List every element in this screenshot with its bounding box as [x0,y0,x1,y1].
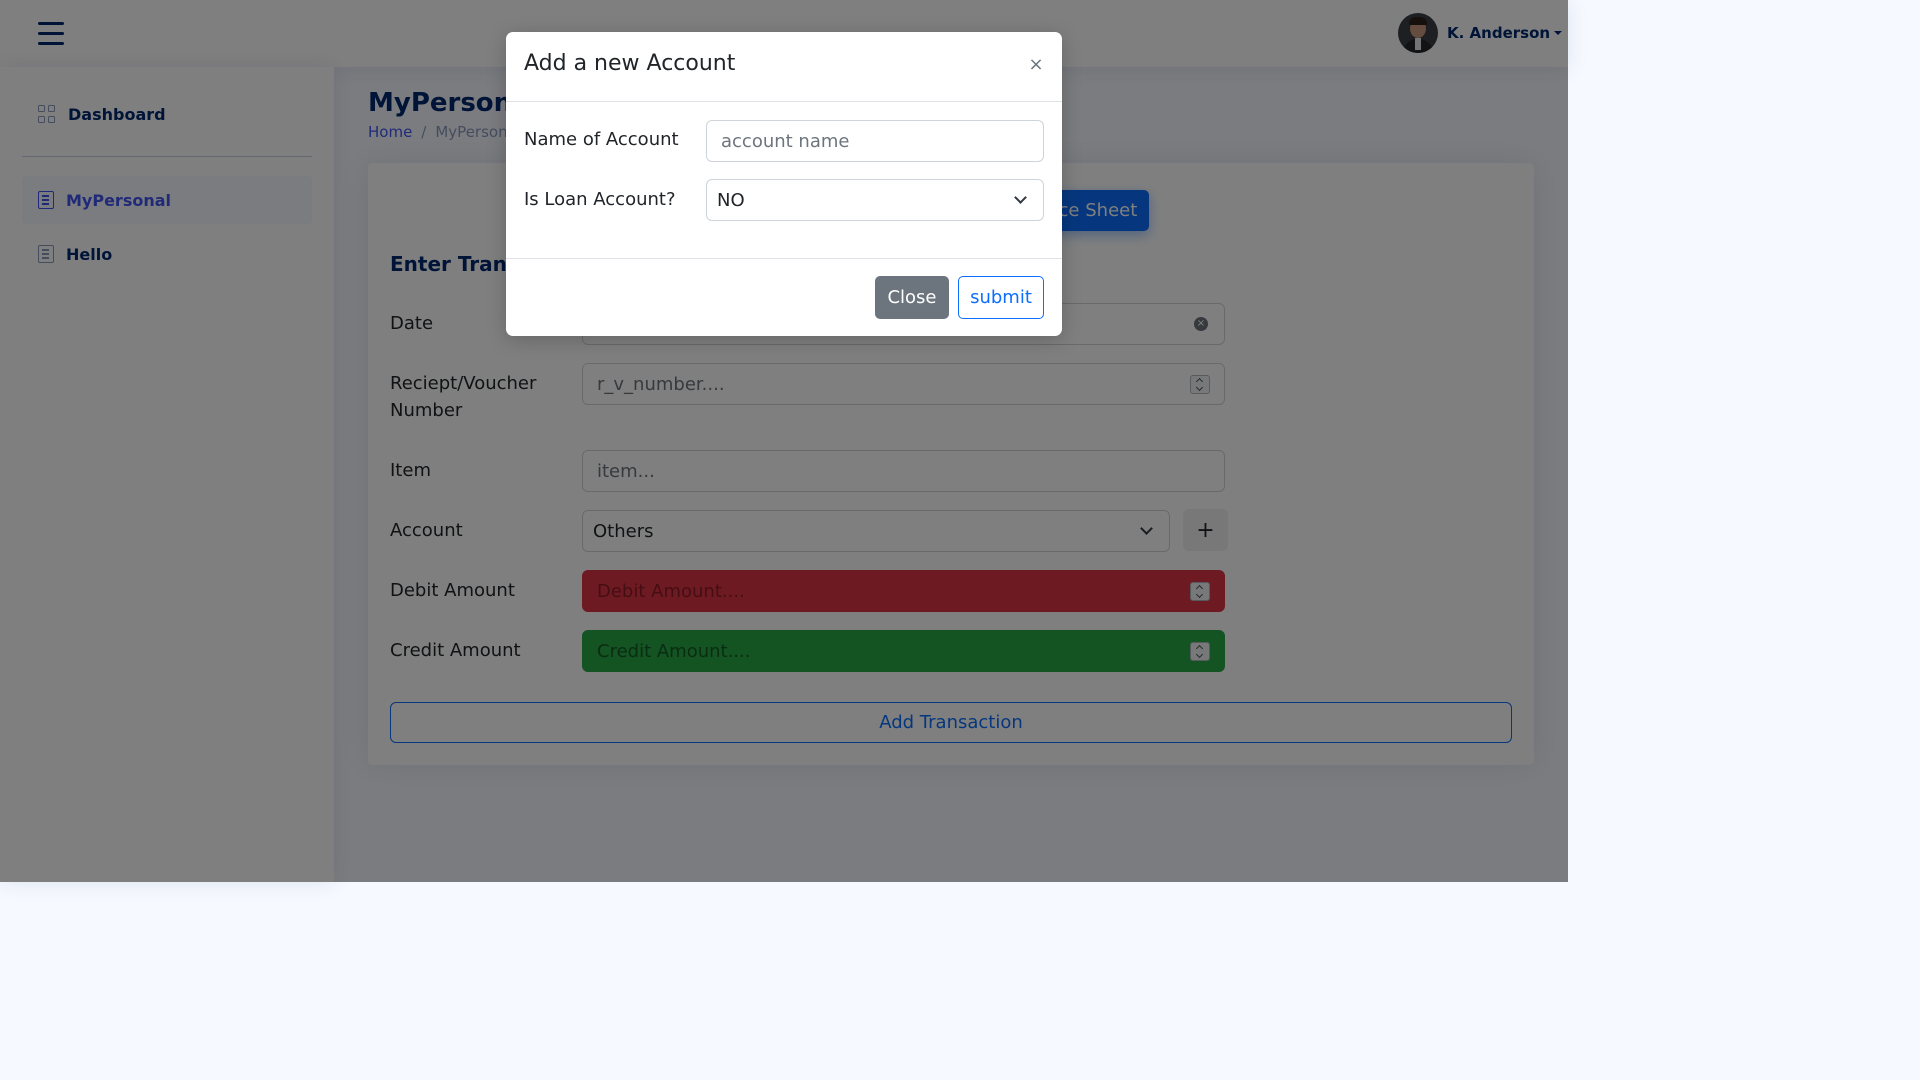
modal-title: Add a new Account [524,51,736,76]
modal-footer-divider [506,258,1062,259]
account-name-input[interactable]: account name [706,120,1044,162]
loan-account-select[interactable]: NO [706,179,1044,221]
account-name-placeholder: account name [721,130,850,152]
account-name-label: Name of Account [524,129,679,150]
loan-selected-value: NO [717,189,745,211]
close-icon[interactable]: × [1028,56,1044,74]
chevron-down-icon [1014,191,1027,204]
submit-button[interactable]: submit [958,276,1044,319]
close-button[interactable]: Close [875,276,949,319]
loan-account-label: Is Loan Account? [524,189,676,210]
add-account-modal: Add a new Account × Name of Account acco… [506,32,1062,336]
modal-header: Add a new Account × [506,32,1062,102]
